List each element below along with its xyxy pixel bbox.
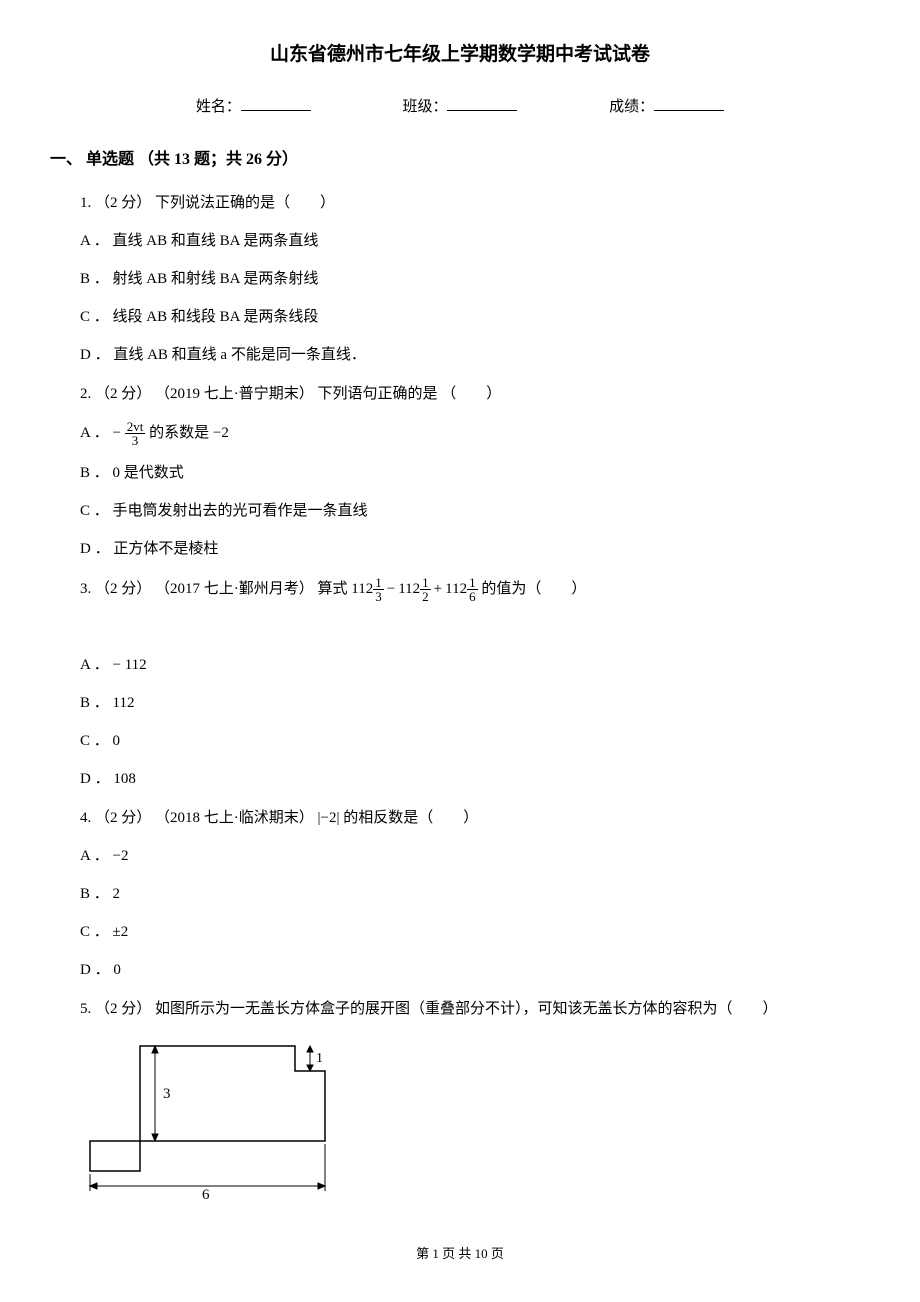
q4-points: （2 分） <box>95 810 151 826</box>
q4-stem: 4. （2 分） （2018 七上·临沭期末） |−2| 的相反数是（ ） <box>80 806 870 830</box>
q1-stem: 1. （2 分） 下列说法正确的是（ ） <box>80 191 870 215</box>
q3-n1: 1 <box>373 576 384 590</box>
q5-dim-3: 3 <box>163 1086 171 1102</box>
q3-stem: 3. （2 分） （2017 七上·鄞州月考） 算式 112 1 3 − 112… <box>80 576 870 603</box>
q5-text: 如图所示为一无盖长方体盒子的展开图（重叠部分不计），可知该无盖长方体的容积为（ … <box>155 1001 778 1017</box>
q2-option-a: A ． − 2vt 3 的系数是 −2 <box>80 420 870 447</box>
q4-number: 4. <box>80 810 95 826</box>
q3-option-b: B ． 112 <box>80 691 870 715</box>
q4-option-c: C ． ±2 <box>80 920 870 944</box>
q3-number: 3. <box>80 581 95 597</box>
q2-stem: 2. （2 分） （2019 七上·普宁期末） 下列语句正确的是 （ ） <box>80 382 870 406</box>
q4-option-d: D ． 0 <box>80 958 870 982</box>
q2-text: 下列语句正确的是 <box>318 386 438 402</box>
q3-n2: 1 <box>420 576 431 590</box>
q2-points: （2 分） <box>95 386 151 402</box>
q2-a-prefix: A ． <box>80 425 109 441</box>
q3-points: （2 分） <box>95 581 151 597</box>
q5-dim-1: 1 <box>316 1051 323 1066</box>
class-label: 班级： <box>402 95 447 119</box>
q2-a-neg: − <box>113 425 125 441</box>
q2-a-post: 的系数是 <box>149 425 213 441</box>
q2-number: 2. <box>80 386 95 402</box>
q4-a-pre: A ． <box>80 848 109 864</box>
q4-d-pre: D ． <box>80 962 110 978</box>
q4-b-pre: B ． <box>80 886 109 902</box>
q3-w1: 112 <box>351 577 373 601</box>
box-unfold-icon: 1 3 6 <box>80 1036 330 1201</box>
q4-post: 的相反数是（ ） <box>343 810 478 826</box>
q2-option-c: C ． 手电筒发射出去的光可看作是一条直线 <box>80 499 870 523</box>
q5-stem: 5. （2 分） 如图所示为一无盖长方体盒子的展开图（重叠部分不计），可知该无盖… <box>80 997 870 1021</box>
q3-op1: − <box>387 577 395 601</box>
q2-paren-open-icon: （ ） <box>441 386 501 402</box>
q1-points: （2 分） <box>95 195 151 211</box>
q3-w2: 112 <box>398 577 420 601</box>
q5-dim-6: 6 <box>202 1187 210 1201</box>
name-label: 姓名： <box>196 95 241 119</box>
q1-option-a: A ． 直线 AB 和直线 BA 是两条直线 <box>80 229 870 253</box>
name-blank[interactable] <box>241 96 311 111</box>
q3-d2: 2 <box>420 590 431 603</box>
q1-option-b: B ． 射线 AB 和射线 BA 是两条射线 <box>80 267 870 291</box>
q3-d3: 6 <box>467 590 478 603</box>
q3-frac1: 1 3 <box>373 576 384 603</box>
q3-pre: 算式 <box>318 581 352 597</box>
q3-expression: 112 1 3 − 112 1 2 + 112 1 6 <box>351 576 477 603</box>
q4-option-a: A ． −2 <box>80 844 870 868</box>
q3-term1: 112 1 3 <box>351 576 383 603</box>
q4-d-val: 0 <box>113 962 121 978</box>
q1-option-c: C ． 线段 AB 和线段 BA 是两条线段 <box>80 305 870 329</box>
q3-option-a: A ． − 112 <box>80 653 870 677</box>
q4-source: （2018 七上·临沭期末） <box>155 810 314 826</box>
page-footer: 第 1 页 共 10 页 <box>50 1244 870 1265</box>
question-2: 2. （2 分） （2019 七上·普宁期末） 下列语句正确的是 （ ） A ．… <box>50 382 870 561</box>
q4-c-val: ±2 <box>113 924 129 940</box>
q3-d1: 3 <box>373 590 384 603</box>
score-label: 成绩： <box>609 95 654 119</box>
class-blank[interactable] <box>447 96 517 111</box>
q4-value: |−2| <box>318 810 340 826</box>
q3-op2: + <box>434 577 442 601</box>
q5-diagram: 1 3 6 <box>50 1036 870 1209</box>
q2-source: （2019 七上·普宁期末） <box>155 386 314 402</box>
q3-frac2: 1 2 <box>420 576 431 603</box>
q3-w3: 112 <box>445 577 467 601</box>
q1-number: 1. <box>80 195 95 211</box>
q3-n3: 1 <box>467 576 478 590</box>
question-1: 1. （2 分） 下列说法正确的是（ ） A ． 直线 AB 和直线 BA 是两… <box>50 191 870 367</box>
q3-option-c: C ． 0 <box>80 729 870 753</box>
score-blank[interactable] <box>654 96 724 111</box>
q3-frac3: 1 6 <box>467 576 478 603</box>
student-info-row: 姓名： 班级： 成绩： <box>50 95 870 119</box>
class-field: 班级： <box>402 95 517 119</box>
q1-option-d: D ． 直线 AB 和直线 a 不能是同一条直线． <box>80 343 870 367</box>
q2-option-b: B ． 0 是代数式 <box>80 461 870 485</box>
q2-a-value: −2 <box>213 425 229 441</box>
q3-term3: 112 1 6 <box>445 576 477 603</box>
q5-number: 5. <box>80 1001 95 1017</box>
q3-source: （2017 七上·鄞州月考） <box>155 581 314 597</box>
q1-text: 下列说法正确的是（ ） <box>155 195 335 211</box>
q5-points: （2 分） <box>95 1001 151 1017</box>
question-5: 5. （2 分） 如图所示为一无盖长方体盒子的展开图（重叠部分不计），可知该无盖… <box>50 997 870 1021</box>
q3-option-d: D ． 108 <box>80 767 870 791</box>
page-title: 山东省德州市七年级上学期数学期中考试试卷 <box>50 40 870 70</box>
q4-b-val: 2 <box>113 886 121 902</box>
q2-a-frac-num: 2vt <box>125 420 146 434</box>
section-1-header: 一、 单选题 （共 13 题；共 26 分） <box>50 147 870 173</box>
q3-post: 的值为（ ） <box>481 581 586 597</box>
q4-option-b: B ． 2 <box>80 882 870 906</box>
name-field: 姓名： <box>196 95 311 119</box>
q2-a-frac-den: 3 <box>125 434 146 447</box>
q4-c-pre: C ． <box>80 924 109 940</box>
score-field: 成绩： <box>609 95 724 119</box>
q2-a-fraction: 2vt 3 <box>125 420 146 447</box>
q4-a-val: −2 <box>113 848 129 864</box>
q2-option-d: D ． 正方体不是棱柱 <box>80 537 870 561</box>
question-4: 4. （2 分） （2018 七上·临沭期末） |−2| 的相反数是（ ） A … <box>50 806 870 982</box>
question-3: 3. （2 分） （2017 七上·鄞州月考） 算式 112 1 3 − 112… <box>50 576 870 791</box>
q3-term2: 112 1 2 <box>398 576 430 603</box>
